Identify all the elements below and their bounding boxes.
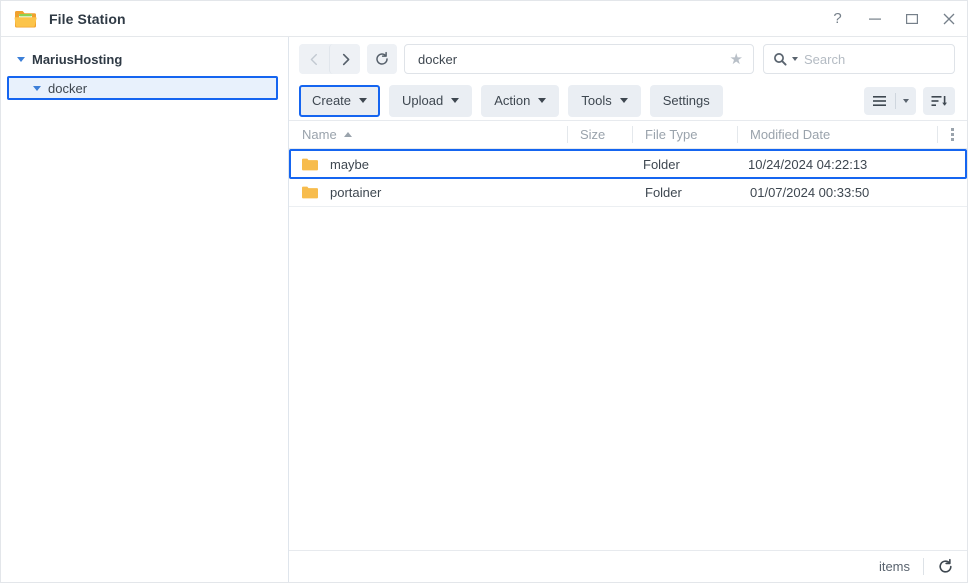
cell-modified-date: 10/24/2024 04:22:13 (748, 156, 868, 172)
help-button[interactable]: ? (819, 1, 856, 37)
folder-icon (302, 158, 318, 171)
refresh-icon (939, 558, 952, 573)
chevron-down-icon (619, 98, 628, 103)
sidebar-item-docker[interactable]: docker (7, 76, 278, 100)
search-icon[interactable] (773, 52, 787, 66)
column-header-name-label: Name (302, 127, 337, 142)
cell-size (565, 151, 630, 177)
status-bar: items (289, 550, 967, 582)
cell-spacer (937, 179, 967, 206)
file-name-label: maybe (330, 156, 370, 172)
sort-ascending-icon (343, 132, 352, 137)
column-header-modified-date[interactable]: Modified Date (737, 121, 937, 148)
address-bar[interactable]: docker ★ (404, 44, 754, 74)
search-input[interactable]: Search (804, 52, 845, 67)
navigation-bar: docker ★ Search (289, 37, 967, 81)
cell-modified-date: 01/07/2024 00:33:50 (750, 185, 870, 200)
view-mode-split-button[interactable] (864, 86, 916, 115)
maximize-button[interactable] (893, 1, 930, 37)
column-header-file-type[interactable]: File Type (632, 121, 737, 148)
search-filter-chevron-icon[interactable] (792, 57, 798, 61)
column-header-name[interactable]: Name (289, 121, 567, 148)
chevron-down-icon[interactable] (17, 56, 25, 62)
address-input[interactable]: docker (418, 52, 730, 67)
table-row[interactable]: maybe Folder 10/24/2024 04:22:13 (289, 149, 967, 179)
chevron-down-icon[interactable] (33, 85, 41, 91)
column-header-size[interactable]: Size (567, 121, 632, 148)
close-icon (943, 13, 954, 24)
toolbar-right-group (864, 86, 955, 115)
table-body: maybe Folder 10/24/2024 04:22:13 portain… (289, 149, 967, 550)
chevron-down-icon (359, 98, 368, 103)
cell-size (567, 179, 632, 206)
window-body: MariusHosting docker docker ★ Search Cre… (1, 37, 967, 582)
cell-name: maybe (291, 151, 565, 177)
sidebar-item-mariushosting[interactable]: MariusHosting (1, 48, 288, 70)
table-header-row: Name Size File Type Modified Date (289, 121, 967, 149)
help-icon: ? (833, 10, 842, 27)
sort-descending-icon (931, 95, 947, 106)
star-icon[interactable]: ★ (730, 52, 743, 67)
refresh-button[interactable] (367, 44, 397, 74)
file-station-window: File Station ? MariusHosting docker dock… (0, 0, 968, 583)
toolbar: Create Upload Action Tools Settings (289, 81, 967, 121)
app-title: File Station (49, 10, 126, 27)
search-box[interactable]: Search (763, 44, 955, 74)
items-count-label: items (878, 559, 910, 574)
list-view-icon[interactable] (864, 87, 895, 115)
folder-icon (302, 186, 318, 199)
forward-button[interactable] (329, 44, 360, 74)
create-button-label: Create (312, 93, 352, 108)
settings-button[interactable]: Settings (649, 84, 723, 117)
nav-button-group (299, 44, 360, 74)
column-options-icon (950, 128, 954, 141)
cell-file-type: Folder (645, 185, 682, 200)
cell-spacer (935, 151, 965, 177)
cell-file-type: Folder (643, 156, 680, 172)
upload-button-label: Upload (402, 93, 444, 108)
action-button-label: Action (494, 93, 531, 108)
column-header-modified-date-label: Modified Date (750, 127, 831, 142)
tools-button[interactable]: Tools (568, 84, 641, 117)
column-header-file-type-label: File Type (645, 127, 698, 142)
table-row[interactable]: portainer Folder 01/07/2024 00:33:50 (289, 179, 967, 207)
status-divider (923, 558, 924, 575)
chevron-down-icon (538, 98, 547, 103)
forward-icon (342, 53, 349, 65)
close-button[interactable] (930, 1, 967, 37)
maximize-icon (905, 13, 918, 24)
minimize-button[interactable] (856, 1, 893, 37)
action-button[interactable]: Action (481, 84, 560, 117)
settings-button-label: Settings (662, 93, 710, 108)
back-icon (310, 53, 317, 65)
sort-descending-button[interactable] (923, 86, 955, 115)
sidebar-root-label: MariusHosting (32, 51, 123, 67)
column-options-button[interactable] (937, 121, 967, 148)
view-mode-chevron-down-icon[interactable] (896, 87, 916, 115)
column-header-size-label: Size (580, 127, 606, 142)
back-button[interactable] (299, 44, 329, 74)
chevron-down-icon (451, 98, 460, 103)
title-bar: File Station ? (1, 1, 967, 37)
create-button[interactable]: Create (299, 84, 381, 117)
sidebar: MariusHosting docker (1, 37, 289, 582)
file-table: Name Size File Type Modified Date maybe … (289, 121, 967, 550)
window-controls: ? (819, 1, 967, 36)
status-refresh-button[interactable] (937, 558, 954, 575)
sidebar-item-label: docker (48, 80, 88, 96)
minimize-icon (868, 18, 881, 20)
app-folder-icon (14, 8, 38, 30)
tools-button-label: Tools (581, 93, 612, 108)
upload-button[interactable]: Upload (389, 84, 473, 117)
file-name-label: portainer (330, 185, 382, 200)
refresh-icon (376, 51, 388, 65)
main-pane: docker ★ Search Create Upload Action Too… (289, 37, 967, 582)
refresh-button-group (367, 44, 397, 74)
cell-name: portainer (289, 179, 567, 206)
